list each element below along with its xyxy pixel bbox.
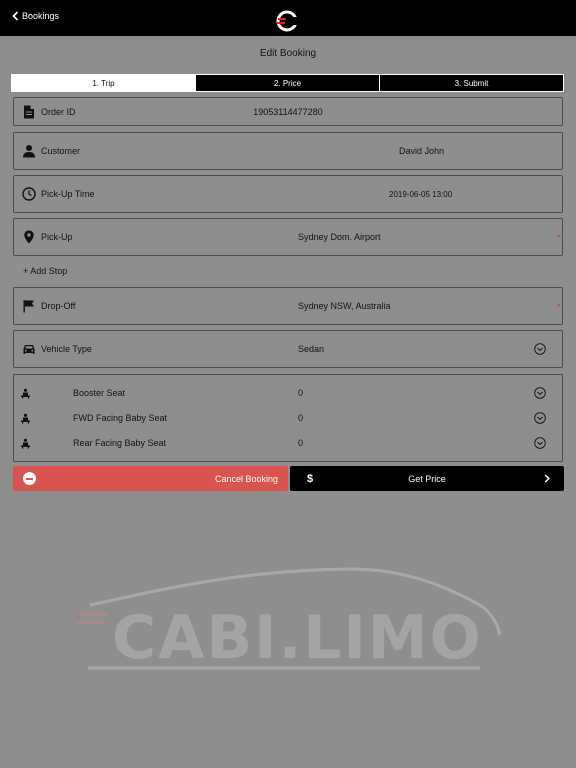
customer-value: David John <box>399 146 445 156</box>
pickup-time-row[interactable]: Pick-Up Time 2019-06-05 13:00 <box>13 175 563 213</box>
vehicle-type-row[interactable]: Vehicle Type Sedan <box>13 330 563 368</box>
pickup-value[interactable]: Sydney Dom. Airport <box>298 232 381 242</box>
tab-price[interactable]: 2. Price <box>195 75 379 91</box>
seat-label: Rear Facing Baby Seat <box>73 438 167 448</box>
person-icon <box>23 145 35 158</box>
back-label: Bookings <box>22 11 60 21</box>
vehicle-type-label: Vehicle Type <box>41 344 92 354</box>
child-seat-icon <box>21 438 30 449</box>
car-icon <box>23 345 35 354</box>
seat-label: FWD Facing Baby Seat <box>73 413 168 423</box>
dropoff-row[interactable]: Drop-Off Sydney NSW, Australia × <box>13 287 563 325</box>
dropoff-value[interactable]: Sydney NSW, Australia <box>298 301 391 311</box>
order-id-value: 19053114477280 <box>253 106 323 117</box>
dropoff-label: Drop-Off <box>41 301 76 311</box>
seat-row-rear-facing[interactable]: Rear Facing Baby Seat 0 <box>14 435 562 451</box>
pickup-time-label: Pick-Up Time <box>41 189 95 199</box>
seat-label: Booster Seat <box>73 388 126 398</box>
dollar-icon: $ <box>307 472 314 485</box>
location-pin-icon <box>24 230 34 244</box>
vehicle-type-value: Sedan <box>298 344 325 354</box>
tab-trip[interactable]: 1. Trip <box>12 75 195 91</box>
seat-value: 0 <box>298 438 304 448</box>
step-tabs: 1. Trip 2. Price 3. Submit <box>11 74 564 92</box>
clock-icon <box>22 187 36 201</box>
cancel-booking-label: Cancel Booking <box>214 473 278 484</box>
chevron-down-icon[interactable] <box>534 437 546 449</box>
get-price-label: Get Price <box>408 473 446 484</box>
brand-watermark: CABI.LIMO <box>70 565 510 675</box>
child-seat-icon <box>21 413 30 424</box>
seat-value: 0 <box>298 413 304 423</box>
customer-row[interactable]: Customer David John <box>13 132 563 170</box>
pickup-row[interactable]: Pick-Up Sydney Dom. Airport × <box>13 218 563 256</box>
customer-label: Customer <box>41 146 81 156</box>
clear-dropoff-icon[interactable]: × <box>557 303 561 310</box>
chevron-down-icon[interactable] <box>534 343 546 355</box>
order-id-row: Order ID 19053114477280 <box>13 97 563 126</box>
seat-row-booster[interactable]: Booster Seat 0 <box>14 385 562 401</box>
top-bar: Bookings <box>0 0 576 36</box>
pickup-label: Pick-Up <box>41 232 73 242</box>
add-stop-button[interactable]: + Add Stop <box>23 266 67 276</box>
seat-row-fwd-facing[interactable]: FWD Facing Baby Seat 0 <box>14 410 562 426</box>
get-price-button[interactable]: $ Get Price <box>290 466 564 491</box>
child-seat-icon <box>21 388 30 399</box>
clear-pickup-icon[interactable]: × <box>557 234 561 241</box>
chevron-down-icon[interactable] <box>534 387 546 399</box>
minus-circle-icon <box>23 472 36 485</box>
tab-submit[interactable]: 3. Submit <box>379 75 563 91</box>
pickup-time-value: 2019-06-05 13:00 <box>389 189 453 199</box>
flag-icon <box>23 300 34 313</box>
cancel-booking-button[interactable]: Cancel Booking <box>13 466 288 491</box>
watermark-text: CABI.LIMO <box>112 603 483 673</box>
page-title: Edit Booking <box>259 48 317 59</box>
chevron-down-icon[interactable] <box>534 412 546 424</box>
back-button[interactable]: Bookings <box>12 11 59 21</box>
app-logo-icon <box>276 10 298 32</box>
seat-value: 0 <box>298 388 304 398</box>
child-seats-panel: Booster Seat 0 FWD Facing Baby Seat 0 Re… <box>13 374 563 462</box>
chevron-right-icon <box>544 474 550 483</box>
chevron-left-icon <box>12 11 19 21</box>
